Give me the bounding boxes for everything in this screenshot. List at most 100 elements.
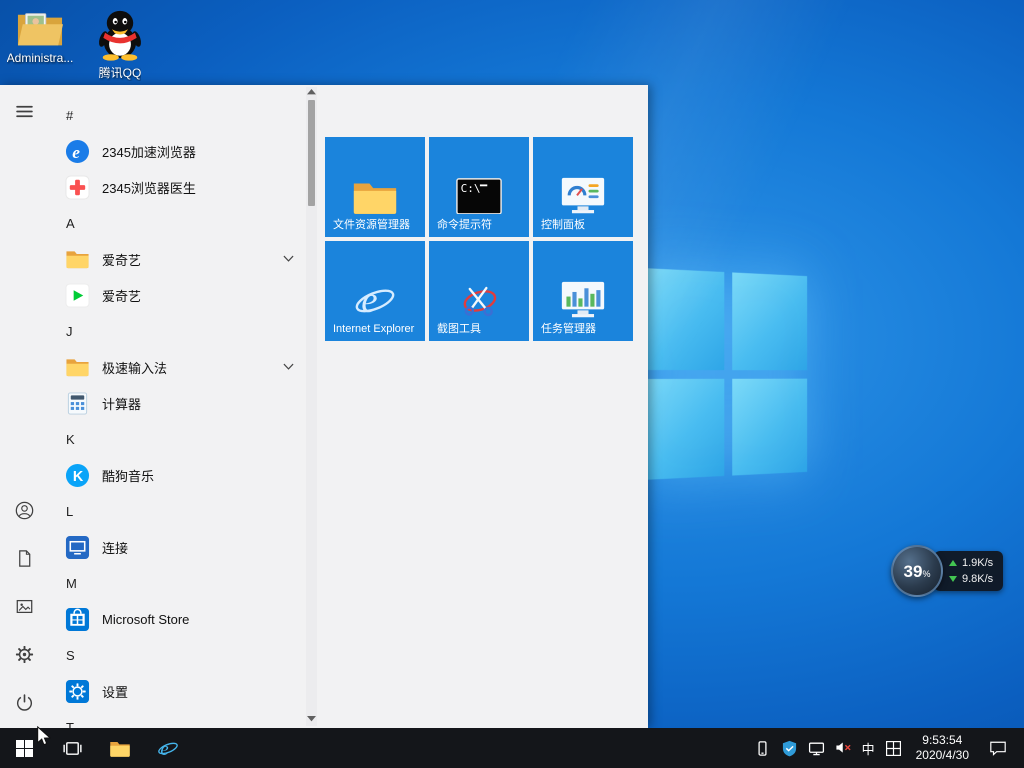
taskbar-start-button[interactable]: [0, 728, 48, 768]
chevron-down-icon[interactable]: [283, 363, 294, 371]
app-section-header[interactable]: A: [54, 205, 306, 241]
app-item[interactable]: 爱奇艺: [54, 277, 306, 313]
tile-label: 命令提示符: [437, 218, 492, 231]
taskbar-file-explorer-button[interactable]: [96, 728, 144, 768]
action-center-icon: [989, 740, 1007, 756]
app-item[interactable]: 连接: [54, 529, 306, 565]
scroll-up-icon[interactable]: [307, 87, 316, 97]
rail-bottom: [0, 486, 48, 726]
tile-internet-explorer[interactable]: e Internet Explorer: [325, 241, 425, 341]
app-list: # e 2345加速浏览器 2345浏览器医生 A 爱奇艺 爱奇艺 J 极速输入法 计算器 K K 酷狗…: [48, 85, 306, 728]
rail-pictures-button[interactable]: [0, 582, 48, 630]
tile-file-explorer[interactable]: 文件资源管理器: [325, 137, 425, 237]
tile-snipping-tool[interactable]: 截图工具: [429, 241, 529, 341]
app-item[interactable]: Microsoft Store: [54, 601, 306, 637]
tray-phone-icon: [754, 740, 771, 757]
gear-icon: [15, 645, 34, 664]
doctor-2345-icon: [64, 174, 90, 200]
app-section-header[interactable]: T: [54, 709, 306, 729]
kugou-icon: K: [64, 463, 90, 488]
win-flag-icon: [15, 739, 33, 757]
app-section-header[interactable]: K: [54, 421, 306, 457]
tray-ime-language-label: 中: [861, 741, 875, 757]
svg-text:K: K: [72, 468, 83, 484]
app-item-label: 设置: [102, 684, 129, 700]
desktop-icon-administrator[interactable]: Administra...: [4, 8, 76, 65]
app-item[interactable]: 极速输入法: [54, 349, 306, 385]
tile-area: 文件资源管理器 C:\ 命令提示符 控制面板 e Internet Explorer 截图工…: [325, 137, 633, 341]
rail-top: [0, 87, 48, 135]
tray-ime-language[interactable]: 中: [857, 728, 880, 768]
app-item[interactable]: K 酷狗音乐: [54, 457, 306, 493]
rail-documents-button[interactable]: [0, 534, 48, 582]
section-letter: A: [66, 215, 75, 231]
app-list-scrollbar[interactable]: [306, 87, 317, 726]
app-item[interactable]: 爱奇艺: [54, 241, 306, 277]
tile-control-panel[interactable]: 控制面板: [533, 137, 633, 237]
section-letter: L: [66, 503, 74, 519]
section-letter: T: [66, 719, 74, 729]
download-arrow-icon: [949, 576, 957, 582]
usage-ball[interactable]: 39 %: [891, 545, 943, 597]
rail-power-button[interactable]: [0, 678, 48, 726]
tile-label: 文件资源管理器: [333, 218, 410, 231]
app-section-header[interactable]: M: [54, 565, 306, 601]
scroll-down-icon[interactable]: [307, 714, 316, 724]
section-letter: K: [66, 431, 75, 447]
upload-arrow-icon: [949, 560, 957, 566]
scrollbar-thumb[interactable]: [308, 100, 315, 206]
app-item-label: 2345加速浏览器: [102, 144, 196, 160]
tray-phone[interactable]: [749, 728, 776, 768]
ie-e-icon: e: [157, 737, 179, 759]
calculator-icon: [64, 391, 90, 416]
app-item[interactable]: 计算器: [54, 385, 306, 421]
network-monitor-widget[interactable]: 39 % 1.9K/s 9.8K/s: [891, 545, 1004, 597]
tray-volume-muted[interactable]: [830, 728, 857, 768]
app-section-header[interactable]: #: [54, 97, 306, 133]
connect-icon: [64, 535, 90, 560]
tray-volume-muted-icon: [835, 740, 852, 755]
network-speed-panel: 1.9K/s 9.8K/s: [934, 551, 1004, 591]
taskbar-internet-explorer-button[interactable]: e: [144, 728, 192, 768]
rail-settings-button[interactable]: [0, 630, 48, 678]
app-section-header[interactable]: L: [54, 493, 306, 529]
windows-logo-pane: [642, 378, 724, 480]
folder-icon: [109, 739, 131, 758]
user-icon: [15, 501, 34, 520]
taskbar-task-view-button[interactable]: [48, 728, 96, 768]
download-speed: 9.8K/s: [962, 573, 994, 585]
rail-menu-button[interactable]: [0, 87, 48, 135]
app-item-label: 爱奇艺: [102, 288, 142, 304]
desktop-icon-tencent-qq[interactable]: 腾讯QQ: [84, 8, 156, 81]
iqiyi-icon: [64, 282, 90, 308]
tray-security-shield[interactable]: [776, 728, 803, 768]
taskbar: e 中 9:53:54 2020/4/30: [0, 728, 1024, 768]
chevron-down-icon[interactable]: [283, 255, 294, 263]
settings-tile-icon: [64, 679, 90, 704]
tray-ime-keyboard[interactable]: [880, 728, 907, 768]
tile-task-manager[interactable]: 任务管理器: [533, 241, 633, 341]
tile-cmd[interactable]: C:\ 命令提示符: [429, 137, 529, 237]
windows-logo-pane: [731, 378, 808, 476]
rail-user-button[interactable]: [0, 486, 48, 534]
app-item[interactable]: 设置: [54, 673, 306, 709]
qq-penguin-icon: [97, 8, 143, 61]
svg-text:e: e: [72, 142, 80, 161]
app-section-header[interactable]: J: [54, 313, 306, 349]
app-item-label: 计算器: [102, 396, 142, 412]
app-item-label: 2345浏览器医生: [102, 180, 196, 196]
action-center-button[interactable]: [978, 728, 1018, 768]
usage-percent-sign: %: [922, 569, 931, 579]
desktop-icon-label: Administra...: [6, 51, 74, 66]
app-section-header[interactable]: S: [54, 637, 306, 673]
taskbar-clock[interactable]: 9:53:54 2020/4/30: [907, 733, 978, 763]
app-item[interactable]: 2345浏览器医生: [54, 169, 306, 205]
tile-label: 任务管理器: [541, 322, 596, 335]
system-tray: 中 9:53:54 2020/4/30: [749, 728, 1024, 768]
tray-network[interactable]: [803, 728, 830, 768]
taskbar-buttons: e: [0, 728, 192, 768]
app-item[interactable]: e 2345加速浏览器: [54, 133, 306, 169]
tile-label: 控制面板: [541, 218, 585, 231]
tile-label: 截图工具: [437, 322, 481, 335]
section-letter: M: [66, 575, 77, 591]
